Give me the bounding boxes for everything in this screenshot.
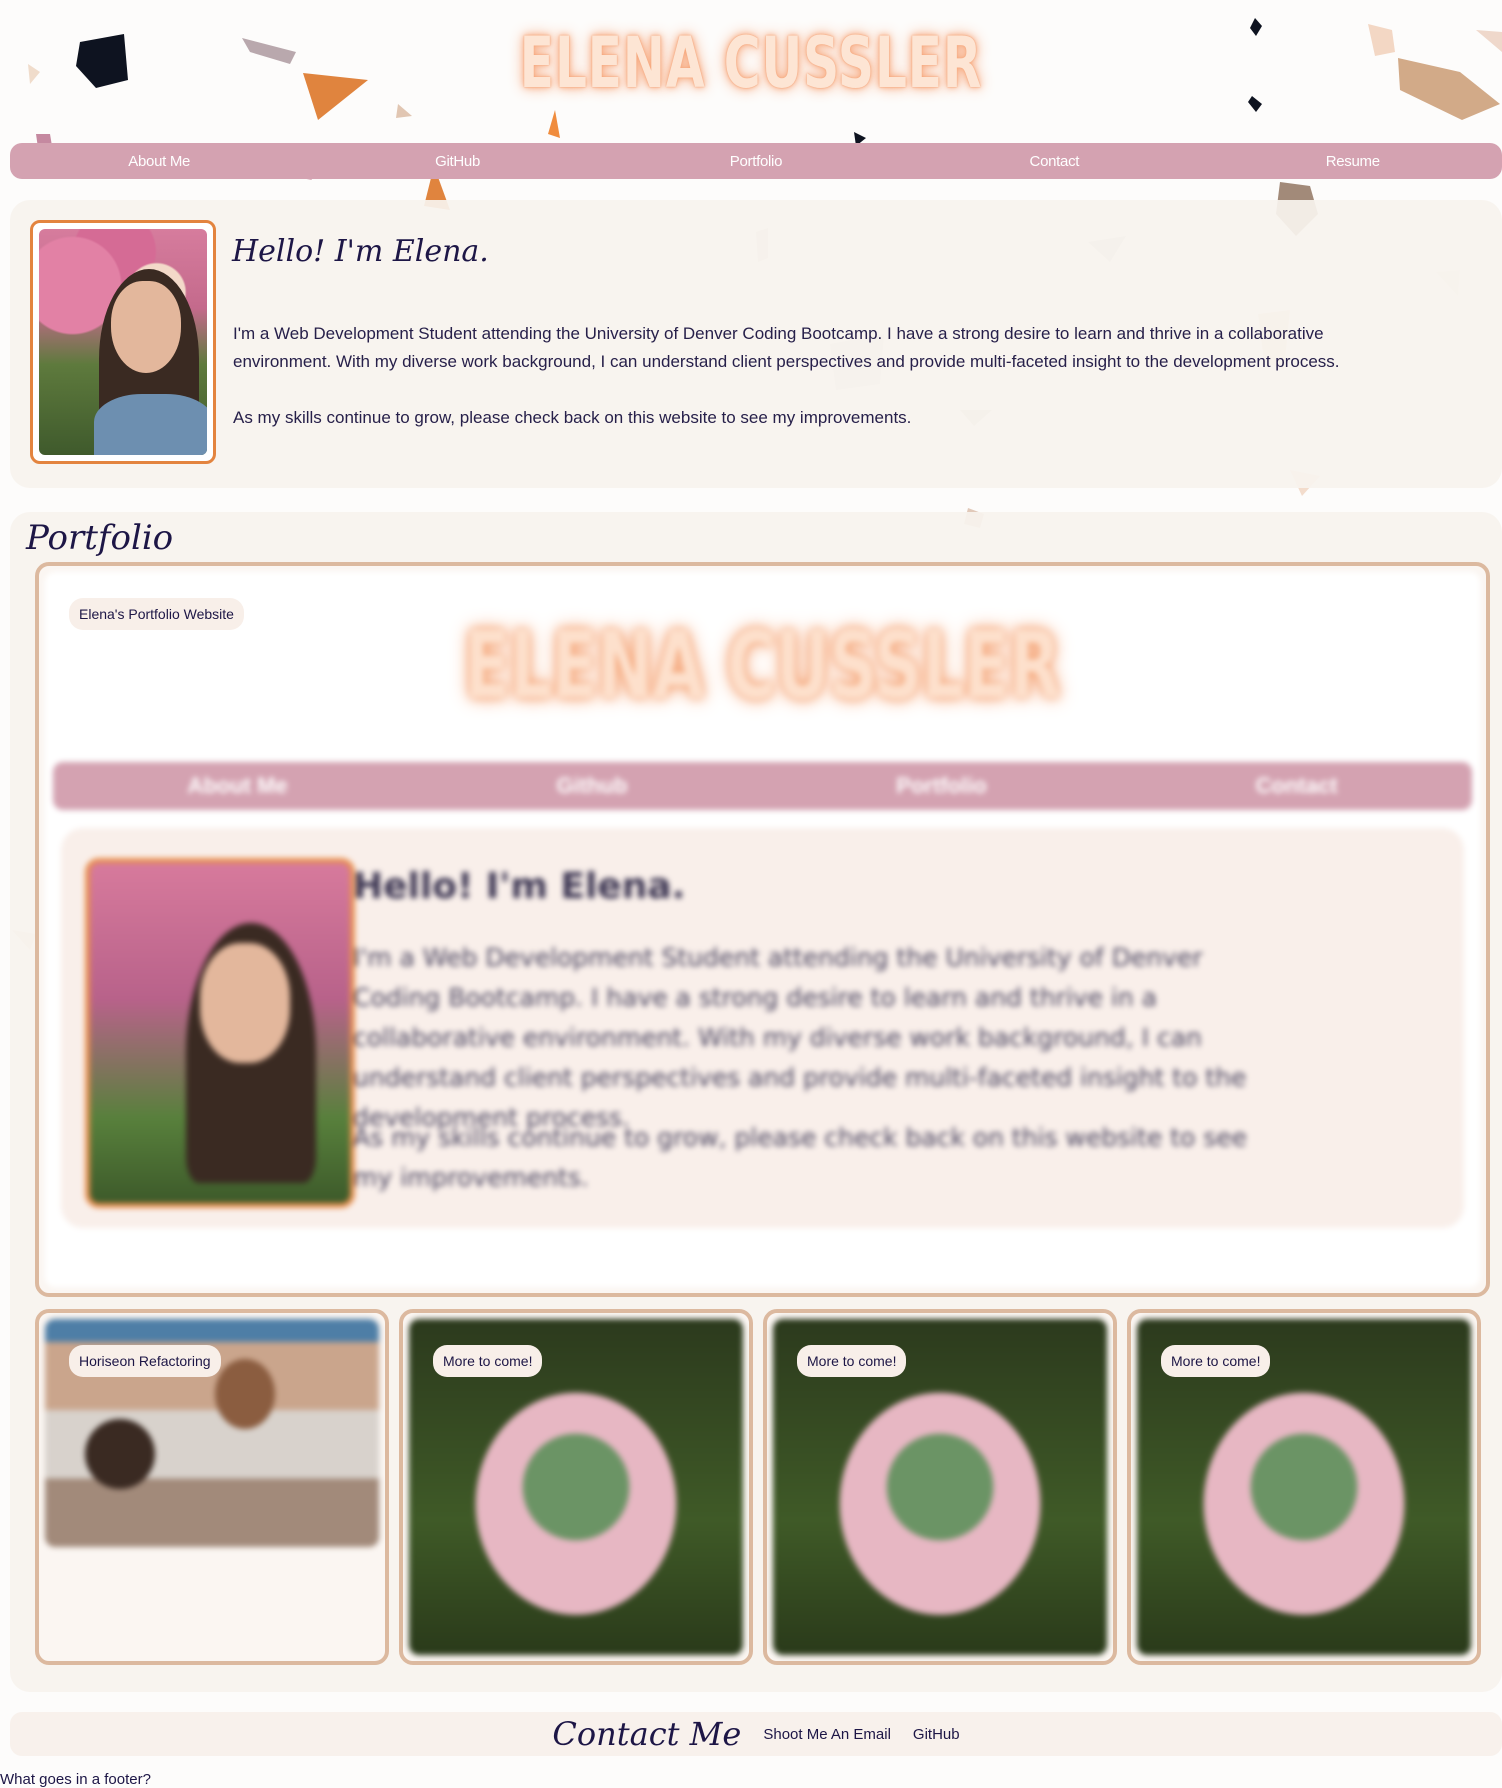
portfolio-card-label: Elena's Portfolio Website — [69, 598, 244, 630]
about-section: Hello! I'm Elena. I'm a Web Development … — [10, 200, 1502, 488]
contact-footer: Contact Me Shoot Me An Email GitHub — [10, 1712, 1502, 1756]
preview-nav-item: Portfolio — [896, 773, 987, 798]
email-link[interactable]: Shoot Me An Email — [763, 1726, 891, 1743]
contact-heading: Contact Me — [552, 1715, 742, 1753]
preview-title: ELENA CUSSLER — [464, 612, 1061, 719]
footer-note: What goes in a footer? — [0, 1771, 151, 1788]
preview-nav: About Me Github Portfolio Contact — [53, 762, 1472, 810]
portfolio-heading: Portfolio — [26, 518, 174, 558]
about-paragraph-1: I'm a Web Development Student attending … — [233, 324, 1340, 371]
portfolio-card-placeholder[interactable]: More to come! — [763, 1309, 1117, 1665]
preview-paragraph-2: As my skills continue to grow, please ch… — [353, 1123, 1248, 1192]
nav-about-me[interactable]: About Me — [59, 153, 259, 170]
main-nav: About Me GitHub Portfolio Contact Resume — [10, 143, 1502, 179]
about-paragraph-2: As my skills continue to grow, please ch… — [233, 408, 912, 427]
footer-github-link[interactable]: GitHub — [913, 1726, 960, 1743]
preview-nav-item: About Me — [187, 773, 288, 798]
portfolio-card-label: Horiseon Refactoring — [69, 1345, 221, 1377]
nav-github[interactable]: GitHub — [358, 153, 558, 170]
site-title: ELENA CUSSLER — [519, 22, 983, 104]
portfolio-card-horiseon[interactable]: Horiseon Refactoring — [35, 1309, 389, 1665]
nav-contact[interactable]: Contact — [954, 153, 1154, 170]
portfolio-card-placeholder[interactable]: More to come! — [1127, 1309, 1481, 1665]
portfolio-card-label: More to come! — [797, 1345, 907, 1377]
about-heading: Hello! I'm Elena. — [232, 234, 489, 269]
portfolio-card-main[interactable]: Elena's Portfolio Website ELENA CUSSLER … — [35, 562, 1490, 1297]
portfolio-card-placeholder[interactable]: More to come! — [399, 1309, 753, 1665]
portfolio-card-label: More to come! — [433, 1345, 543, 1377]
profile-photo — [39, 229, 207, 455]
preview-nav-item: Github — [556, 773, 628, 798]
nav-resume[interactable]: Resume — [1253, 153, 1453, 170]
profile-photo-frame — [30, 220, 216, 464]
portfolio-section: Portfolio Elena's Portfolio Website ELEN… — [10, 512, 1502, 1692]
portfolio-card-label: More to come! — [1161, 1345, 1271, 1377]
preview-paragraph-1: I'm a Web Development Student attending … — [353, 943, 1247, 1132]
preview-about: Hello! I'm Elena. I'm a Web Development … — [61, 828, 1464, 1228]
portfolio-website-preview: ELENA CUSSLER About Me Github Portfolio … — [45, 572, 1480, 1287]
preview-photo — [85, 858, 355, 1208]
nav-portfolio[interactable]: Portfolio — [656, 153, 856, 170]
preview-heading: Hello! I'm Elena. — [353, 866, 686, 907]
preview-nav-item: Contact — [1255, 773, 1338, 798]
